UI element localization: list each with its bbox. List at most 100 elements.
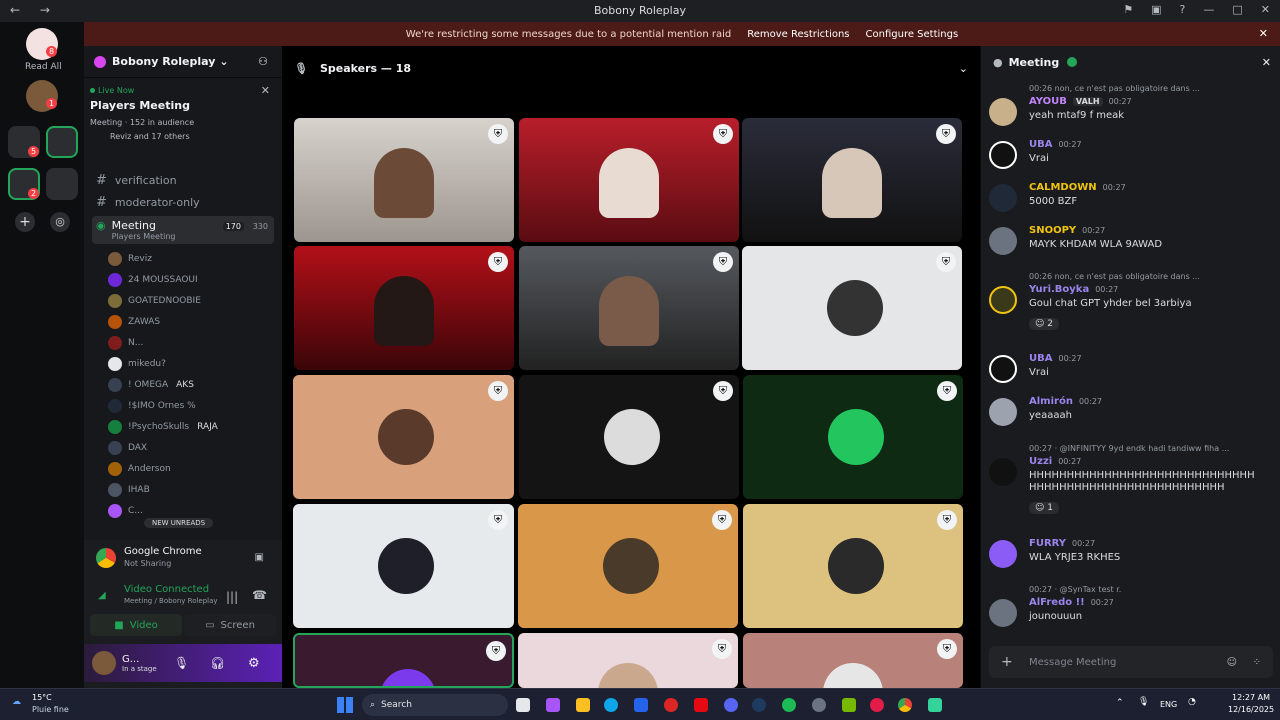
avatar-tile[interactable]: ⛨ bbox=[743, 504, 963, 628]
author-name[interactable]: Uzzi 00:27 bbox=[1029, 456, 1081, 467]
avatar[interactable] bbox=[989, 227, 1017, 255]
help-icon[interactable]: ? bbox=[1180, 3, 1186, 16]
settings-icon[interactable]: ⚙ bbox=[248, 656, 260, 671]
reply-preview[interactable]: 00:26 non, ce n'est pas obligatoire dans… bbox=[1029, 84, 1279, 93]
stage-close-icon[interactable]: ✕ bbox=[261, 84, 270, 97]
add-member-icon[interactable]: ⚇ bbox=[258, 55, 268, 68]
avatar[interactable] bbox=[989, 98, 1017, 126]
avatar[interactable] bbox=[989, 286, 1017, 314]
discord-icon[interactable] bbox=[724, 698, 738, 712]
discover-icon[interactable]: ◎ bbox=[50, 212, 70, 232]
message-input[interactable]: + Message Meeting ☺ ⁘ bbox=[989, 646, 1273, 678]
avatar-tile[interactable]: ⛨ bbox=[293, 375, 514, 499]
active-server-icon[interactable] bbox=[46, 126, 78, 158]
headphones-icon[interactable]: 🎧︎ bbox=[210, 656, 225, 670]
clock-time[interactable]: 12:27 AM bbox=[1232, 693, 1270, 702]
mic-icon[interactable]: 🎙︎ bbox=[174, 656, 189, 670]
add-server-icon[interactable]: + bbox=[15, 212, 35, 232]
share-icon[interactable]: ▣ bbox=[255, 552, 264, 563]
member-row[interactable]: IHAB bbox=[108, 481, 276, 499]
member-row[interactable]: !$IMO Ornes % bbox=[108, 397, 276, 415]
guild-header[interactable]: Bobony Roleplay ⌄ ⚇ bbox=[84, 46, 282, 78]
minimize-icon[interactable]: — bbox=[1203, 3, 1214, 16]
author-name[interactable]: AYOUB VALH 00:27 bbox=[1029, 96, 1132, 107]
member-row[interactable]: ! OMEGA AKS bbox=[108, 376, 276, 394]
live-stage-card[interactable]: Live Now ✕ Players Meeting Meeting · 152… bbox=[90, 82, 274, 152]
video-tile[interactable]: ⛨ bbox=[518, 633, 738, 688]
avatar[interactable] bbox=[92, 651, 116, 675]
search-box[interactable]: ⌕ Search bbox=[362, 694, 508, 716]
avatar[interactable] bbox=[989, 184, 1017, 212]
noise-icon[interactable]: ||| bbox=[226, 590, 238, 604]
app-icon[interactable] bbox=[664, 698, 678, 712]
video-tile[interactable]: ⛨ bbox=[519, 118, 739, 242]
steam-icon[interactable] bbox=[752, 698, 766, 712]
apps-icon[interactable]: ⁘ bbox=[1253, 657, 1261, 668]
edge-icon[interactable] bbox=[604, 698, 618, 712]
video-tile[interactable]: ⛨ bbox=[743, 633, 963, 688]
avatar[interactable] bbox=[989, 355, 1017, 383]
video-tile[interactable]: ⛨ bbox=[519, 246, 739, 370]
channel-moderator-only[interactable]: # moderator-only bbox=[92, 192, 274, 212]
author-name[interactable]: UBA 00:27 bbox=[1029, 353, 1082, 364]
author-name[interactable]: CALMDOWN 00:27 bbox=[1029, 182, 1126, 193]
member-row[interactable]: !PsychoSkulls RAJA bbox=[108, 418, 276, 436]
close-icon[interactable]: ✕ bbox=[1261, 3, 1270, 16]
chrome-icon[interactable] bbox=[898, 698, 912, 712]
windows-start-icon[interactable] bbox=[337, 697, 353, 713]
avatar-tile[interactable]: ⛨ bbox=[293, 633, 514, 688]
author-name[interactable]: Yuri.Boyka 00:27 bbox=[1029, 284, 1118, 295]
reply-preview[interactable]: 00:27 · @SynTax test r. bbox=[1029, 585, 1279, 594]
avatar[interactable] bbox=[989, 398, 1017, 426]
author-name[interactable]: UBA 00:27 bbox=[1029, 139, 1082, 150]
connection-status[interactable]: Video Connected bbox=[124, 584, 209, 595]
spotify-icon[interactable] bbox=[782, 698, 796, 712]
voice-channel-meeting[interactable]: ◉ Meeting Players Meeting 170 330 bbox=[92, 216, 274, 244]
avatar[interactable] bbox=[989, 141, 1017, 169]
inbox-icon[interactable]: ⚑ bbox=[1123, 3, 1133, 16]
member-row[interactable]: Anderson bbox=[108, 460, 276, 478]
member-row[interactable]: DAX bbox=[108, 439, 276, 457]
avatar-tile[interactable]: ⛨ bbox=[518, 504, 738, 628]
notepad-icon[interactable] bbox=[928, 698, 942, 712]
author-name[interactable]: FURRY 00:27 bbox=[1029, 538, 1095, 549]
clock-date[interactable]: 12/16/2025 bbox=[1228, 705, 1274, 714]
screen-button[interactable]: ▭ Screen bbox=[184, 614, 276, 636]
avatar[interactable] bbox=[989, 458, 1017, 486]
add-attachment-icon[interactable]: + bbox=[1001, 654, 1013, 670]
avatar-tile[interactable]: ⛨ bbox=[519, 375, 739, 499]
xbox-icon[interactable] bbox=[812, 698, 826, 712]
avatar-tile[interactable]: ⛨ bbox=[293, 504, 514, 628]
avatar-tile[interactable]: ⛨ bbox=[742, 246, 962, 370]
wifi-icon[interactable]: ◔ bbox=[1188, 697, 1196, 707]
language-indicator[interactable]: ENG bbox=[1160, 700, 1177, 709]
avatar-tile[interactable]: ⛨ bbox=[743, 375, 963, 499]
chat-close-icon[interactable]: ✕ bbox=[1262, 56, 1271, 69]
chevron-down-icon[interactable]: ⌄ bbox=[959, 62, 968, 75]
netflix-icon[interactable] bbox=[694, 698, 708, 712]
member-row[interactable]: Reviz bbox=[108, 250, 276, 268]
video-tile[interactable]: ⛨ bbox=[742, 118, 962, 242]
reply-preview[interactable]: 00:27 · @INFINITYY 9yd endk hadi tandiww… bbox=[1029, 444, 1279, 453]
avatar[interactable] bbox=[989, 599, 1017, 627]
store-icon[interactable] bbox=[634, 698, 648, 712]
new-unreads-button[interactable]: NEW UNREADS bbox=[144, 518, 214, 528]
author-name[interactable]: AlFredo !! 00:27 bbox=[1029, 597, 1114, 608]
app-icon[interactable] bbox=[870, 698, 884, 712]
member-row[interactable]: mikedu? bbox=[108, 355, 276, 373]
avatar[interactable] bbox=[989, 540, 1017, 568]
maximize-icon[interactable]: □ bbox=[1232, 3, 1242, 16]
member-row[interactable]: 24 MOUSSAOUI bbox=[108, 271, 276, 289]
author-name[interactable]: Almirón 00:27 bbox=[1029, 396, 1102, 407]
configure-settings-button[interactable]: Configure Settings bbox=[866, 29, 959, 40]
task-view-icon[interactable] bbox=[516, 698, 530, 712]
file-explorer-icon[interactable] bbox=[576, 698, 590, 712]
server-folder-icon[interactable] bbox=[46, 168, 78, 200]
video-tile[interactable]: ⛨ bbox=[294, 246, 514, 370]
video-button[interactable]: ■ Video bbox=[90, 614, 182, 636]
author-name[interactable]: SNOOPY 00:27 bbox=[1029, 225, 1105, 236]
mic-tray-icon[interactable]: 🎙︎ bbox=[1138, 697, 1149, 707]
nvidia-icon[interactable] bbox=[842, 698, 856, 712]
disconnect-icon[interactable]: ☎ bbox=[252, 588, 267, 602]
member-row[interactable]: N... bbox=[108, 334, 276, 352]
